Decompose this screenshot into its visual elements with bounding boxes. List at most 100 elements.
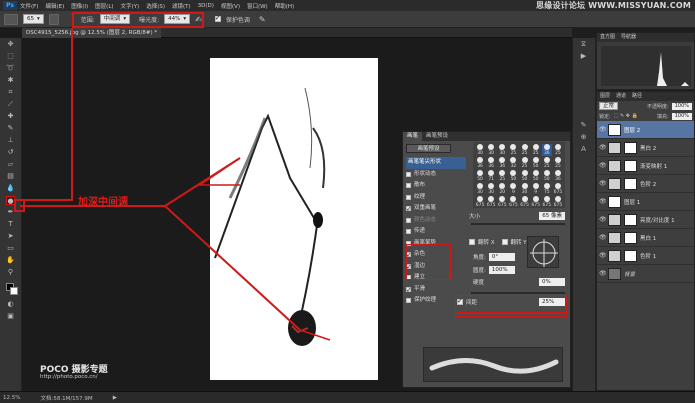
tab-brush-presets[interactable]: 画笔预设 [422, 132, 452, 141]
layer-row[interactable]: 👁 黑白 2 [597, 139, 694, 157]
canvas-image[interactable] [210, 58, 378, 380]
brush-setting-item[interactable]: 形状动态 [406, 169, 466, 181]
path-select-tool-icon[interactable]: ➤ [6, 232, 15, 241]
menu-edit[interactable]: 编辑(E) [45, 2, 64, 10]
brush-setting-item[interactable]: 颜色动态 [406, 215, 466, 227]
brush-tip[interactable]: 50 [531, 157, 541, 169]
brush-tip[interactable]: 675 [542, 196, 552, 208]
brush-tip[interactable]: 36 [541, 144, 552, 156]
brush-tip[interactable]: 9 [508, 183, 518, 195]
layer-mask-thumbnail[interactable] [624, 249, 637, 262]
history-brush-tool-icon[interactable]: ↺ [6, 148, 15, 157]
layer-mask-thumbnail[interactable] [624, 177, 637, 190]
eye-icon[interactable]: 👁 [599, 198, 607, 205]
tab-layers[interactable]: 图层 [600, 92, 610, 101]
brush-tip[interactable]: 50 [508, 170, 518, 182]
burn-tool-preset-icon[interactable] [4, 13, 18, 25]
clone-source-icon[interactable]: ⊕ [579, 133, 588, 142]
document-tab[interactable]: DSC4915_5256.jpg @ 12.5% (图层 2, RGB/8#) … [22, 28, 162, 38]
lasso-tool-icon[interactable]: ➰ [6, 64, 15, 73]
quick-select-tool-icon[interactable]: ✱ [6, 76, 15, 85]
burn-tool-icon[interactable]: ● [6, 196, 15, 205]
brush-tip[interactable]: 36 [497, 157, 507, 169]
tab-brush[interactable]: 画笔 [403, 132, 423, 141]
layer-row[interactable]: 👁 色阶 1 [597, 247, 694, 265]
layer-mask-thumbnail[interactable] [624, 141, 637, 154]
clone-stamp-tool-icon[interactable]: ⊥ [6, 136, 15, 145]
brush-tip[interactable]: 675 [553, 183, 563, 195]
gradient-tool-icon[interactable]: ▤ [6, 172, 15, 181]
marquee-tool-icon[interactable]: ⬚ [6, 52, 15, 61]
history-panel-icon[interactable]: ⧖ [579, 40, 588, 49]
eye-icon[interactable]: 👁 [599, 216, 607, 223]
tab-channels[interactable]: 通道 [616, 92, 626, 101]
fill-input[interactable]: 100% [671, 112, 692, 120]
move-tool-icon[interactable]: ✥ [6, 40, 15, 49]
layer-row[interactable]: 👁 色阶 2 [597, 175, 694, 193]
brush-tip[interactable]: 50 [475, 170, 485, 182]
layer-row[interactable]: 👁 渐变映射 1 [597, 157, 694, 175]
blend-mode-select[interactable]: 正常 [599, 102, 619, 110]
layer-mask-thumbnail[interactable] [624, 231, 637, 244]
roundness-input[interactable]: 100% [488, 266, 515, 274]
brush-setting-item[interactable]: 纹理 [406, 192, 466, 204]
eye-icon[interactable]: 👁 [599, 162, 607, 169]
eye-icon[interactable]: 👁 [599, 234, 607, 241]
status-arrow-icon[interactable]: ▶ [113, 395, 117, 401]
brush-setting-item[interactable]: 平滑 [406, 284, 466, 296]
brush-setting-checkbox[interactable] [406, 171, 411, 177]
brush-tip[interactable]: 25 [553, 144, 563, 156]
character-panel-icon[interactable]: A [579, 145, 588, 154]
brush-setting-item[interactable]: 传递 [406, 226, 466, 238]
brush-tip[interactable]: 25 [531, 144, 541, 156]
brush-tip[interactable]: 71 [486, 170, 496, 182]
zoom-level[interactable]: 12.5% [3, 395, 20, 401]
size-input[interactable]: 65 像素 [539, 212, 565, 220]
brush-tip[interactable]: 675 [531, 196, 541, 208]
menu-help[interactable]: 帮助(H) [275, 2, 294, 10]
brush-tip[interactable]: 25 [553, 157, 563, 169]
brush-tip[interactable]: 36 [486, 157, 496, 169]
eraser-tool-icon[interactable]: ▱ [6, 160, 15, 169]
opacity-input[interactable]: 100% [671, 102, 692, 110]
brush-tip[interactable]: 50 [520, 170, 530, 182]
layer-row[interactable]: 👁 亮度/对比度 1 [597, 211, 694, 229]
eyedropper-tool-icon[interactable]: ⟋ [6, 100, 15, 109]
brush-presets-button[interactable]: 画笔预设 [406, 144, 451, 153]
pressure-icon[interactable]: ✎ [259, 15, 266, 24]
brush-panel-toggle-icon[interactable] [48, 13, 59, 25]
shape-tool-icon[interactable]: ▭ [6, 244, 15, 253]
brush-panel-icon[interactable]: ✎ [579, 121, 588, 130]
brush-tip[interactable]: 675 [475, 196, 485, 208]
brush-setting-checkbox[interactable] [406, 217, 411, 223]
zoom-tool-icon[interactable]: ⚲ [6, 268, 15, 277]
layer-row[interactable]: 👁 黑白 1 [597, 229, 694, 247]
brush-tool-icon[interactable]: ✎ [6, 124, 15, 133]
brush-tip[interactable]: 75 [542, 183, 552, 195]
layer-mask-thumbnail[interactable] [624, 213, 637, 226]
brush-tip[interactable]: 50 [531, 170, 541, 182]
menu-image[interactable]: 图像(I) [71, 2, 88, 10]
angle-input[interactable]: 0° [488, 253, 515, 261]
menu-file[interactable]: 文件(F) [20, 2, 38, 10]
layer-row[interactable]: 👁 图层 2 [597, 121, 694, 139]
actions-panel-icon[interactable]: ▶ [579, 52, 588, 61]
brush-tip[interactable]: 50 [542, 170, 552, 182]
menu-window[interactable]: 窗口(W) [247, 2, 268, 10]
brush-tip[interactable]: 30 [520, 183, 530, 195]
pen-tool-icon[interactable]: ✒ [6, 208, 15, 217]
brush-tip[interactable]: 30 [486, 144, 496, 156]
brush-tip[interactable]: 30 [486, 183, 496, 195]
brush-setting-item[interactable]: 画笔笔尖形状 [406, 157, 466, 169]
flip-y-checkbox[interactable] [501, 239, 508, 245]
brush-setting-checkbox[interactable] [406, 298, 411, 304]
quick-mask-icon[interactable]: ◐ [6, 300, 15, 309]
brush-tip[interactable]: 675 [508, 196, 518, 208]
brush-setting-checkbox[interactable] [406, 194, 411, 200]
layer-mask-thumbnail[interactable] [624, 159, 637, 172]
menu-select[interactable]: 选择(S) [146, 2, 165, 10]
brush-tip[interactable]: 25 [508, 144, 518, 156]
hardness-slider-track[interactable] [471, 292, 565, 294]
layer-row[interactable]: 👁 图层 1 [597, 193, 694, 211]
brush-setting-item[interactable]: 双重画笔 [406, 203, 466, 216]
